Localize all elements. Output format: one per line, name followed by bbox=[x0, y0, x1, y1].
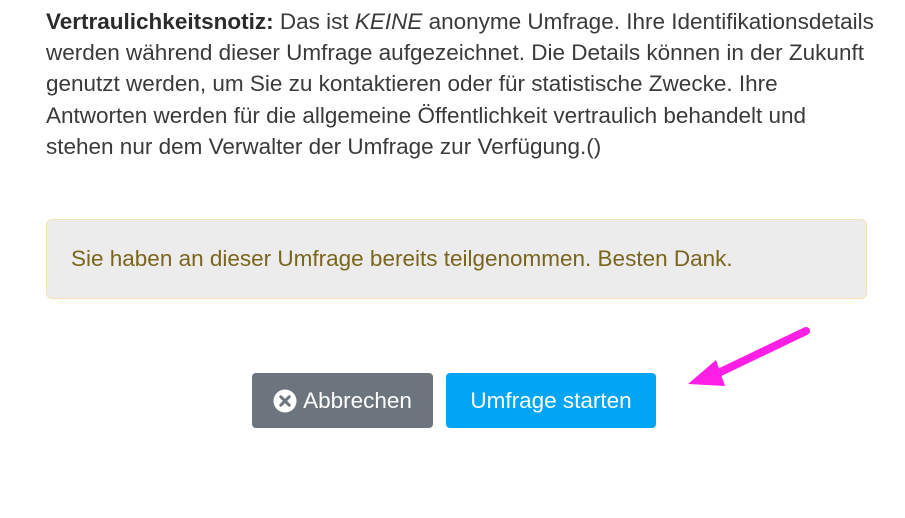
times-circle-icon bbox=[273, 389, 297, 413]
privacy-notice-text-before: Das ist bbox=[273, 9, 355, 34]
privacy-notice-emphasis: KEINE bbox=[354, 9, 423, 34]
cancel-button[interactable]: Abbrechen bbox=[252, 373, 433, 428]
privacy-notice-label: Vertraulichkeitsnotiz: bbox=[46, 9, 274, 34]
annotation-arrow-icon bbox=[688, 327, 810, 386]
cancel-button-label: Abbrechen bbox=[303, 387, 412, 413]
already-participated-alert: Sie haben an dieser Umfrage bereits teil… bbox=[46, 219, 867, 299]
alert-message: Sie haben an dieser Umfrage bereits teil… bbox=[71, 246, 733, 271]
start-survey-button[interactable]: Umfrage starten bbox=[446, 373, 656, 428]
privacy-notice: Vertraulichkeitsnotiz: Das ist KEINE ano… bbox=[46, 6, 876, 162]
start-survey-button-label: Umfrage starten bbox=[470, 387, 632, 413]
survey-start-page: Vertraulichkeitsnotiz: Das ist KEINE ano… bbox=[0, 0, 905, 518]
